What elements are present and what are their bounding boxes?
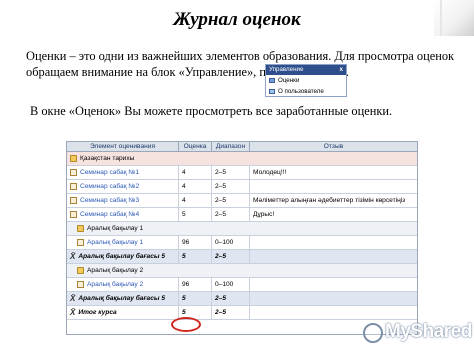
total-grade-cell: 5 [179,250,212,263]
menu-item-grades-label: Оценки [278,77,300,84]
item-cell: Аралық бақылау 2 [67,278,179,291]
assignment-icon [77,281,84,288]
total-cell: X̄ Аралық бақылау бағасы 5 [67,250,179,263]
menu-item-user-profile-label: О пользователе [278,88,324,95]
column-header-range[interactable]: Диапазон [212,142,250,151]
grade-cell: 4 [179,166,212,179]
total-name: Аралық бақылау бағасы 5 [78,253,165,260]
range-cell: 0–100 [212,278,250,291]
page-corner-decoration [434,0,474,36]
item-cell: Семинар сабақ №2 [67,180,179,193]
total-cell: X̄ Аралық бақылау бағасы 5 [67,292,179,305]
grades-table: Элемент оценивания Оценка Диапазон Отзыв… [66,141,418,335]
watermark-text: MyShared [385,321,472,342]
highlight-circle [171,317,201,332]
table-header: Элемент оценивания Оценка Диапазон Отзыв [67,142,417,152]
grade-cell: 5 [179,208,212,221]
range-cell: 2–5 [212,180,250,193]
range-cell: 2–5 [212,166,250,179]
range-cell: 2–5 [212,208,250,221]
management-block-title: Управление [269,66,304,73]
category-cell: Қазақстан тарихы [67,152,417,165]
feedback-cell: Мәліметтер алыңған әдебиеттер тізімін кө… [253,197,406,204]
feedback-cell [250,236,417,249]
assignment-icon [70,211,77,218]
section-total-row: X̄ Аралық бақылау бағасы 5 5 2–5 [67,292,417,306]
watermark-logo-icon [363,323,383,343]
total-name: Аралық бақылау бағасы 5 [78,295,165,302]
table-row: Семинар сабақ №1 4 2–5 Молодец!!! [67,166,417,180]
item-link[interactable]: Семинар сабақ №3 [80,197,139,204]
section-row: Аралық бақылау 1 [67,222,417,236]
management-block: Управление x Оценки О пользователе [265,64,347,97]
section-name: Аралық бақылау 1 [87,225,144,232]
feedback-cell: Молодец!!! [253,169,287,176]
user-icon [269,89,275,94]
item-link[interactable]: Семинар сабақ №1 [80,169,139,176]
assignment-icon [70,183,77,190]
section-cell: Аралық бақылау 1 [67,222,417,235]
total-grade-cell: 5 [179,292,212,305]
section-name: Аралық бақылау 2 [87,267,144,274]
item-link[interactable]: Семинар сабақ №4 [80,211,139,218]
assignment-icon [70,197,77,204]
table-row: Семинар сабақ №4 5 2–5 Дұрыс! [67,208,417,222]
watermark: MyShared [363,318,473,348]
total-feedback-cell [250,250,417,263]
folder-icon [77,267,84,274]
grades-icon [269,78,275,83]
item-link[interactable]: Аралық бақылау 2 [87,281,143,288]
menu-item-user-profile[interactable]: О пользователе [266,86,346,97]
category-name: Қазақстан тарихы [80,155,135,162]
section-cell: Аралық бақылау 2 [67,264,417,277]
sum-icon: X̄ [70,294,76,303]
grade-cell: 96 [179,236,212,249]
table-row: Семинар сабақ №3 4 2–5 Мәліметтер алыңға… [67,194,417,208]
sum-icon: X̄ [70,308,76,317]
feedback-cell [250,180,417,193]
course-total-range: 2–5 [212,306,250,319]
item-link[interactable]: Семинар сабақ №2 [80,183,139,190]
range-cell: 2–5 [212,194,250,207]
sum-icon: X̄ [70,252,76,261]
folder-icon [77,225,84,232]
column-header-item[interactable]: Элемент оценивания [67,142,179,151]
column-header-feedback[interactable]: Отзыв [250,142,417,151]
total-range-cell: 2–5 [212,250,250,263]
menu-item-grades[interactable]: Оценки [266,75,346,86]
intro-paragraph: Оценки – это одни из важнейших элементов… [26,49,455,79]
assignment-icon [77,239,84,246]
table-row: Аралық бақылау 1 96 0–100 [67,236,417,250]
category-row: Қазақстан тарихы [67,152,417,166]
grade-cell: 96 [179,278,212,291]
item-cell: Семинар сабақ №1 [67,166,179,179]
grade-cell: 4 [179,194,212,207]
page-title: Журнал оценок [173,9,301,30]
table-row: Аралық бақылау 2 96 0–100 [67,278,417,292]
total-feedback-cell [250,292,417,305]
management-block-header: Управление x [266,65,346,75]
close-icon[interactable]: x [340,65,343,75]
note-paragraph: В окне «Оценок» Вы можете просмотреть вс… [30,104,393,118]
feedback-cell [250,278,417,291]
course-total-cell: X̄ Итог курса [67,306,179,319]
assignment-icon [70,169,77,176]
grade-cell: 4 [179,180,212,193]
column-header-grade[interactable]: Оценка [179,142,212,151]
range-cell: 0–100 [212,236,250,249]
item-cell: Семинар сабақ №3 [67,194,179,207]
section-total-row: X̄ Аралық бақылау бағасы 5 5 2–5 [67,250,417,264]
section-row: Аралық бақылау 2 [67,264,417,278]
course-total-name: Итог курса [78,309,117,316]
table-row: Семинар сабақ №2 4 2–5 [67,180,417,194]
item-link[interactable]: Аралық бақылау 1 [87,239,143,246]
folder-icon [70,155,77,162]
item-cell: Семинар сабақ №4 [67,208,179,221]
total-range-cell: 2–5 [212,292,250,305]
item-cell: Аралық бақылау 1 [67,236,179,249]
feedback-cell: Дұрыс! [253,211,275,218]
